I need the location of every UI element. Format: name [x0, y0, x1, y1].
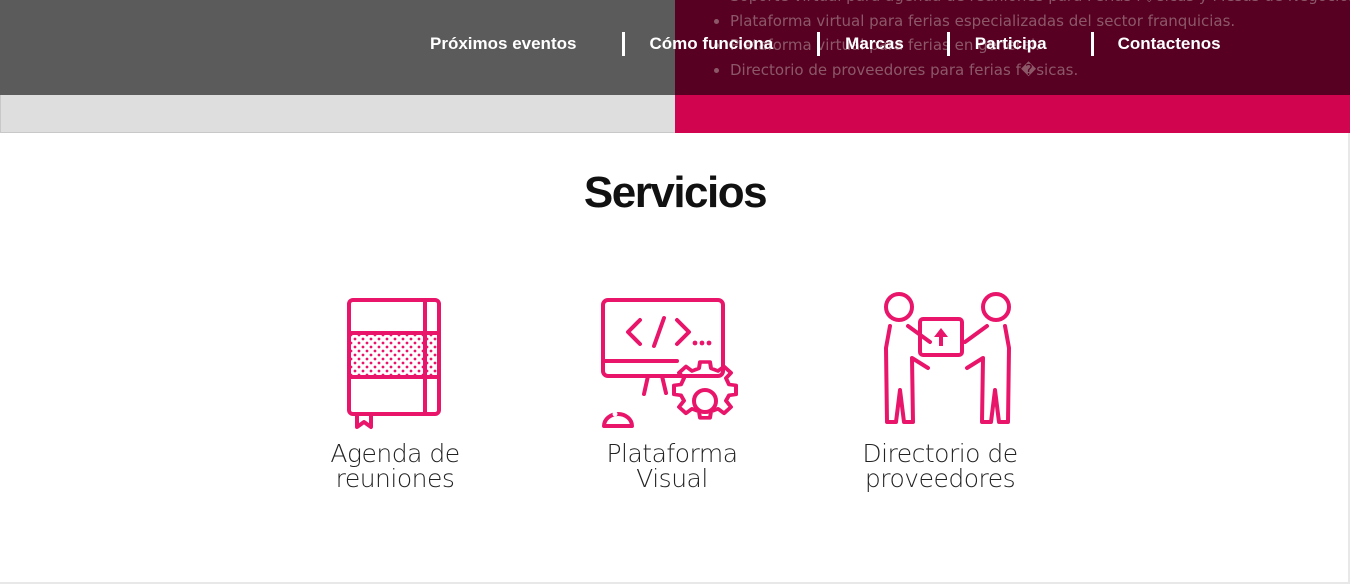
service-label-directorio: Directorio de proveedores [862, 439, 1018, 493]
bullet-item: Soporte virtual para agenda de reuniones… [730, 0, 1350, 9]
services-title: Servicios [583, 168, 768, 217]
nav-link-proximos-eventos[interactable]: Próximos eventos [430, 32, 576, 56]
notebook-icon [347, 298, 441, 429]
nav-separator [622, 32, 626, 56]
service-directorio[interactable]: Directorio de proveedores [850, 290, 1030, 491]
code-monitor-icon [601, 298, 738, 428]
bullet-item: Directorio de proveedores para ferias f�… [730, 58, 1350, 83]
hero-left-band [0, 95, 676, 133]
service-agenda[interactable]: Agenda de reuniones [305, 297, 485, 491]
nav-separator [817, 32, 821, 56]
hero-right-band [675, 95, 1350, 133]
main-nav: Próximos eventos Cómo funciona Marcas Pa… [430, 32, 1221, 56]
people-exchange-box-icon [884, 292, 1011, 424]
nav-link-contactenos[interactable]: Contactenos [1118, 32, 1221, 56]
service-plataforma[interactable]: Plataforma Visual [582, 297, 762, 491]
nav-link-participa[interactable]: Participa [975, 32, 1047, 56]
nav-link-como-funciona[interactable]: Cómo funciona [649, 32, 773, 56]
nav-link-marcas[interactable]: Marcas [845, 32, 904, 56]
bullet-item: Plataforma virtual para ferias especiali… [730, 9, 1350, 34]
service-label-agenda: Agenda de reuniones [330, 439, 460, 493]
nav-separator [1090, 32, 1094, 56]
nav-separator [946, 32, 950, 56]
service-label-plataforma: Plataforma Visual [606, 439, 738, 493]
